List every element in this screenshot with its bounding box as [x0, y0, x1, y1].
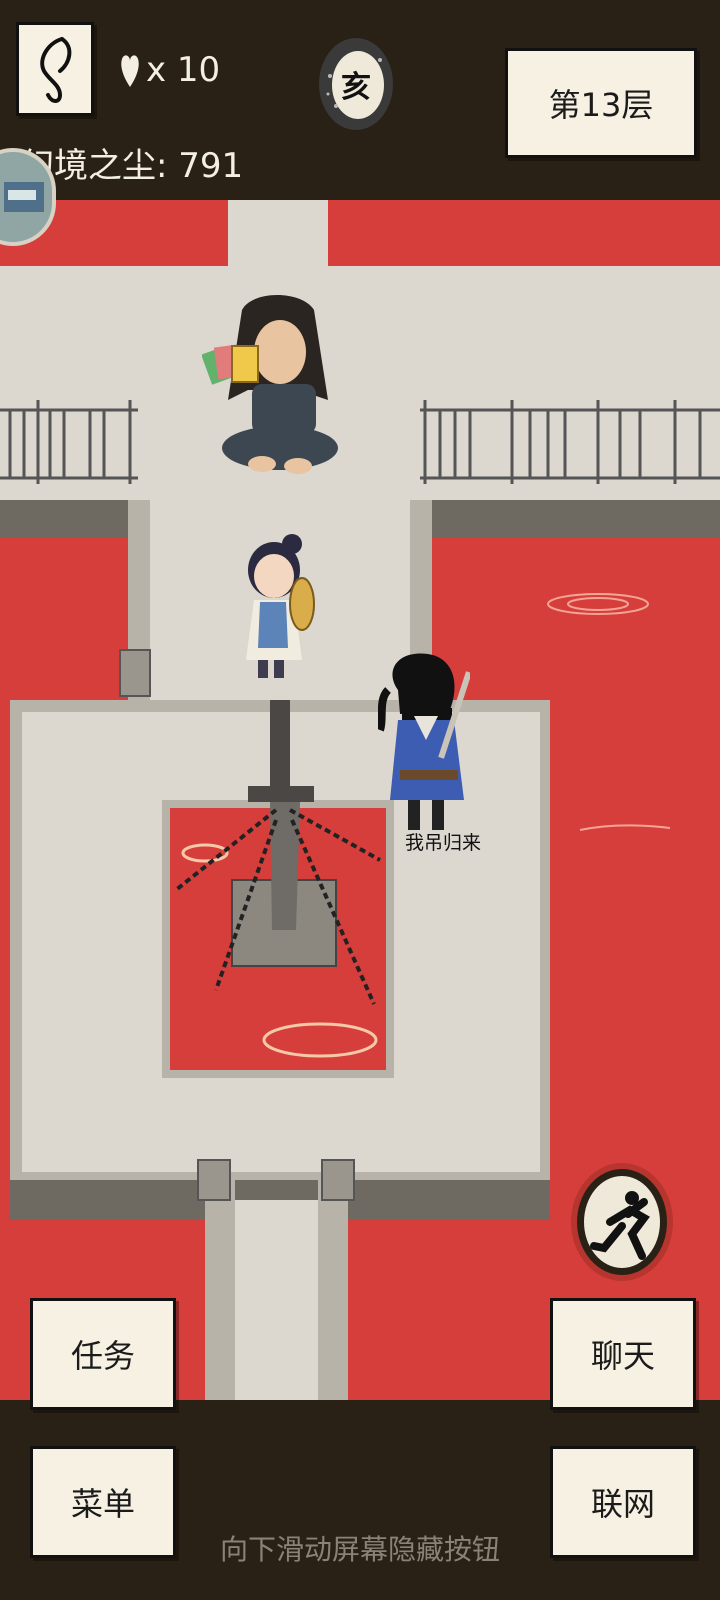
- card-seller-npc[interactable]: [202, 290, 342, 486]
- back-button[interactable]: [16, 22, 94, 116]
- time-glyph: 亥: [341, 70, 371, 105]
- auto-run-button[interactable]: [570, 1162, 674, 1282]
- time-badge: 亥: [318, 36, 394, 132]
- task-button[interactable]: 任务: [30, 1298, 176, 1410]
- player-character[interactable]: [378, 650, 470, 840]
- lives-count: x 10: [146, 50, 221, 90]
- lives-counter: x 10: [118, 50, 220, 90]
- running-man-icon: [571, 1163, 673, 1281]
- hide-buttons-hint: 向下滑动屏幕隐藏按钮: [219, 1533, 500, 1566]
- heart-icon: [121, 55, 139, 87]
- pipa-girl-npc[interactable]: [240, 530, 322, 682]
- floor-button[interactable]: 第13层: [505, 48, 697, 158]
- chat-button[interactable]: 聊天: [550, 1298, 696, 1410]
- back-arrow-icon: [40, 37, 72, 103]
